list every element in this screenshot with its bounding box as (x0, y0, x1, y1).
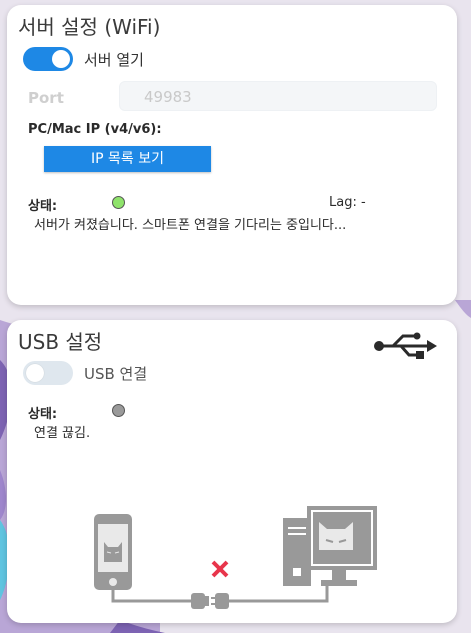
ip-list-button[interactable]: IP 목록 보기 (44, 146, 211, 172)
status-indicator (112, 196, 125, 209)
usb-icon (374, 332, 437, 359)
wifi-card-title: 서버 설정 (WiFi) (18, 15, 161, 39)
usb-connect-label: USB 연결 (84, 365, 148, 383)
ip-label: PC/Mac IP (v4/v6): (28, 122, 162, 137)
phone-icon (94, 514, 132, 590)
toggle-knob (26, 364, 44, 382)
plug-icon (191, 593, 229, 609)
usb-connection-illustration (94, 506, 377, 609)
toggle-knob (52, 50, 70, 68)
server-open-label: 서버 열기 (84, 51, 144, 69)
server-open-toggle[interactable] (23, 47, 73, 71)
computer-icon (283, 506, 377, 586)
disconnect-x-icon (211, 560, 229, 578)
wifi-server-card: 서버 설정 (WiFi) 서버 열기 Port 49983 PC/Mac IP … (7, 5, 457, 305)
lag-text: Lag: - (329, 195, 366, 210)
status-message: 서버가 켜졌습니다. 스마트폰 연결을 기다리는 중입니다... (34, 218, 347, 233)
usb-status-indicator (112, 404, 125, 417)
usb-settings-card: USB 설정 USB 연결 상태: 연결 끊김. (7, 320, 457, 623)
status-label: 상태: (28, 199, 58, 214)
usb-status-message: 연결 끊김. (34, 426, 91, 441)
usb-card-title: USB 설정 (18, 330, 103, 354)
port-input[interactable]: 49983 (119, 81, 437, 111)
port-label: Port (28, 89, 64, 107)
usb-status-label: 상태: (28, 407, 58, 422)
usb-connect-toggle[interactable] (23, 361, 73, 385)
